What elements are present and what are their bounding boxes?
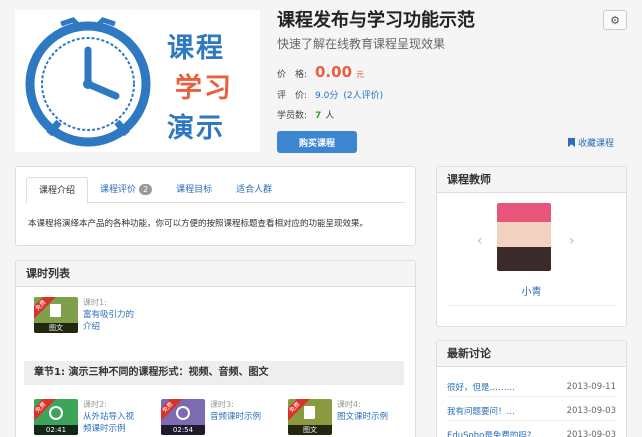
clock-icon bbox=[25, 17, 151, 147]
course-cover-image: 课程 学习 演示 bbox=[15, 10, 260, 152]
lesson-item-2[interactable]: 免费 02:41 课时2: 从外站导入视频课时示例 bbox=[34, 399, 154, 437]
chapter-header: 章节1: 演示三种不同的课程形式：视频、音频、图文 bbox=[24, 361, 404, 385]
discussion-panel-title: 最新讨论 bbox=[437, 341, 626, 367]
lesson-number: 课时3: bbox=[210, 400, 234, 409]
lesson-title[interactable]: 音频课时示例 bbox=[210, 411, 268, 423]
rating-row: 评 价: 9.0分 (2人评价) bbox=[277, 88, 383, 101]
tab-intro[interactable]: 课程介绍 bbox=[26, 177, 89, 204]
lesson-item-3[interactable]: 免费 02:54 课时3: 音频课时示例 bbox=[161, 399, 281, 437]
price-label: 价 格: bbox=[277, 70, 308, 80]
tab-goals[interactable]: 课程目标 bbox=[164, 177, 224, 203]
discussion-date: 2013-09-03 bbox=[566, 405, 616, 416]
lesson-item-1[interactable]: 免费 图文 课时1: 富有吸引力的介绍 bbox=[34, 297, 154, 337]
lesson-thumbnail: 免费 图文 bbox=[288, 399, 332, 435]
discussion-title[interactable]: 很好，但是……… bbox=[447, 381, 515, 393]
course-tabs: 课程介绍 课程评价 2 课程目标 适合人群 bbox=[26, 177, 405, 204]
reviews-count-badge: 2 bbox=[139, 184, 153, 195]
discussion-date: 2013-09-03 bbox=[566, 429, 616, 437]
students-label: 学员数: bbox=[277, 111, 308, 121]
buy-course-button[interactable]: 购买课程 bbox=[277, 131, 357, 153]
students-unit: 人 bbox=[325, 111, 335, 121]
gear-icon: ⚙ bbox=[610, 13, 620, 27]
rating-label: 评 价: bbox=[277, 91, 308, 101]
price-row: 价 格: 0.00 元 bbox=[277, 63, 364, 81]
students-row: 学员数: 7 人 bbox=[277, 108, 334, 121]
lesson-thumbnail: 免费 02:41 bbox=[34, 399, 78, 435]
lesson-item-4[interactable]: 免费 图文 课时4: 图文课时示例 bbox=[288, 399, 408, 437]
rating-count-link[interactable]: (2人评价) bbox=[343, 88, 383, 101]
lesson-number: 课时1: bbox=[83, 298, 107, 307]
course-title: 课程发布与学习功能示范 bbox=[277, 10, 475, 31]
discussion-panel: 最新讨论 很好，但是……… 2013-09-11 我有问题要问！… 2013-0… bbox=[436, 340, 627, 437]
tab-reviews-label: 课程评价 bbox=[100, 185, 137, 195]
bookmark-icon bbox=[568, 138, 575, 147]
lessons-panel-title: 课时列表 bbox=[16, 261, 415, 287]
teacher-next-arrow[interactable]: › bbox=[569, 233, 575, 249]
settings-button[interactable]: ⚙ bbox=[603, 10, 627, 30]
audio-icon bbox=[176, 406, 190, 421]
favorite-course-link[interactable]: 收藏课程 bbox=[568, 136, 614, 149]
discussion-title[interactable]: EduSoho是免费的吗? bbox=[447, 429, 531, 437]
lesson-title[interactable]: 从外站导入视频课时示例 bbox=[83, 411, 141, 435]
price-unit: 元 bbox=[356, 70, 365, 79]
cover-text-2: 学习 bbox=[175, 73, 233, 104]
lesson-duration: 02:54 bbox=[161, 425, 205, 435]
discussion-item[interactable]: 很好，但是……… 2013-09-11 bbox=[447, 377, 616, 397]
favorite-label: 收藏课程 bbox=[578, 139, 615, 149]
lesson-type: 图文 bbox=[288, 425, 332, 435]
discussion-date: 2013-09-11 bbox=[566, 381, 616, 392]
lesson-number: 课时4: bbox=[337, 400, 361, 409]
teacher-prev-arrow[interactable]: ‹ bbox=[477, 233, 483, 249]
price-value: 0.00 bbox=[315, 63, 353, 81]
document-icon bbox=[304, 406, 315, 419]
lesson-type: 图文 bbox=[34, 323, 78, 333]
cover-text-1: 课程 bbox=[167, 33, 225, 64]
tab-intro-label: 课程介绍 bbox=[39, 186, 76, 196]
course-subtitle: 快速了解在线教育课程呈现效果 bbox=[277, 37, 446, 51]
play-icon bbox=[49, 406, 63, 421]
tab-audience[interactable]: 适合人群 bbox=[224, 177, 284, 203]
teacher-panel: 课程教师 ‹ › 小青 bbox=[436, 166, 627, 327]
lesson-thumbnail: 免费 02:54 bbox=[161, 399, 205, 435]
lesson-number: 课时2: bbox=[83, 400, 107, 409]
tab-audience-label: 适合人群 bbox=[236, 185, 273, 195]
teacher-name[interactable]: 小青 bbox=[437, 283, 626, 298]
cover-text-3: 演示 bbox=[167, 113, 225, 144]
course-tabs-panel: 课程介绍 课程评价 2 课程目标 适合人群 本课程将演绎本产品的各种功能，你可以方… bbox=[15, 166, 416, 246]
divider bbox=[447, 305, 616, 306]
intro-text: 本课程将演绎本产品的各种功能，你可以方便的按照课程标题查看相对应的功能呈现效果。 bbox=[28, 219, 369, 229]
tab-reviews[interactable]: 课程评价 2 bbox=[88, 177, 164, 203]
discussion-item[interactable]: 我有问题要问！… 2013-09-03 bbox=[447, 401, 616, 421]
discussion-item[interactable]: EduSoho是免费的吗? 2013-09-03 bbox=[447, 425, 616, 437]
lesson-duration: 02:41 bbox=[34, 425, 78, 435]
teacher-avatar[interactable] bbox=[497, 203, 551, 271]
rating-value: 9.0分 bbox=[315, 91, 339, 101]
lesson-title[interactable]: 富有吸引力的介绍 bbox=[83, 309, 141, 333]
teacher-panel-title: 课程教师 bbox=[437, 167, 626, 193]
tab-goals-label: 课程目标 bbox=[176, 185, 213, 195]
students-value: 7 bbox=[315, 111, 322, 121]
lesson-thumbnail: 免费 图文 bbox=[34, 297, 78, 333]
discussion-title[interactable]: 我有问题要问！… bbox=[447, 405, 515, 417]
document-icon bbox=[50, 304, 61, 317]
lesson-title[interactable]: 图文课时示例 bbox=[337, 411, 395, 423]
